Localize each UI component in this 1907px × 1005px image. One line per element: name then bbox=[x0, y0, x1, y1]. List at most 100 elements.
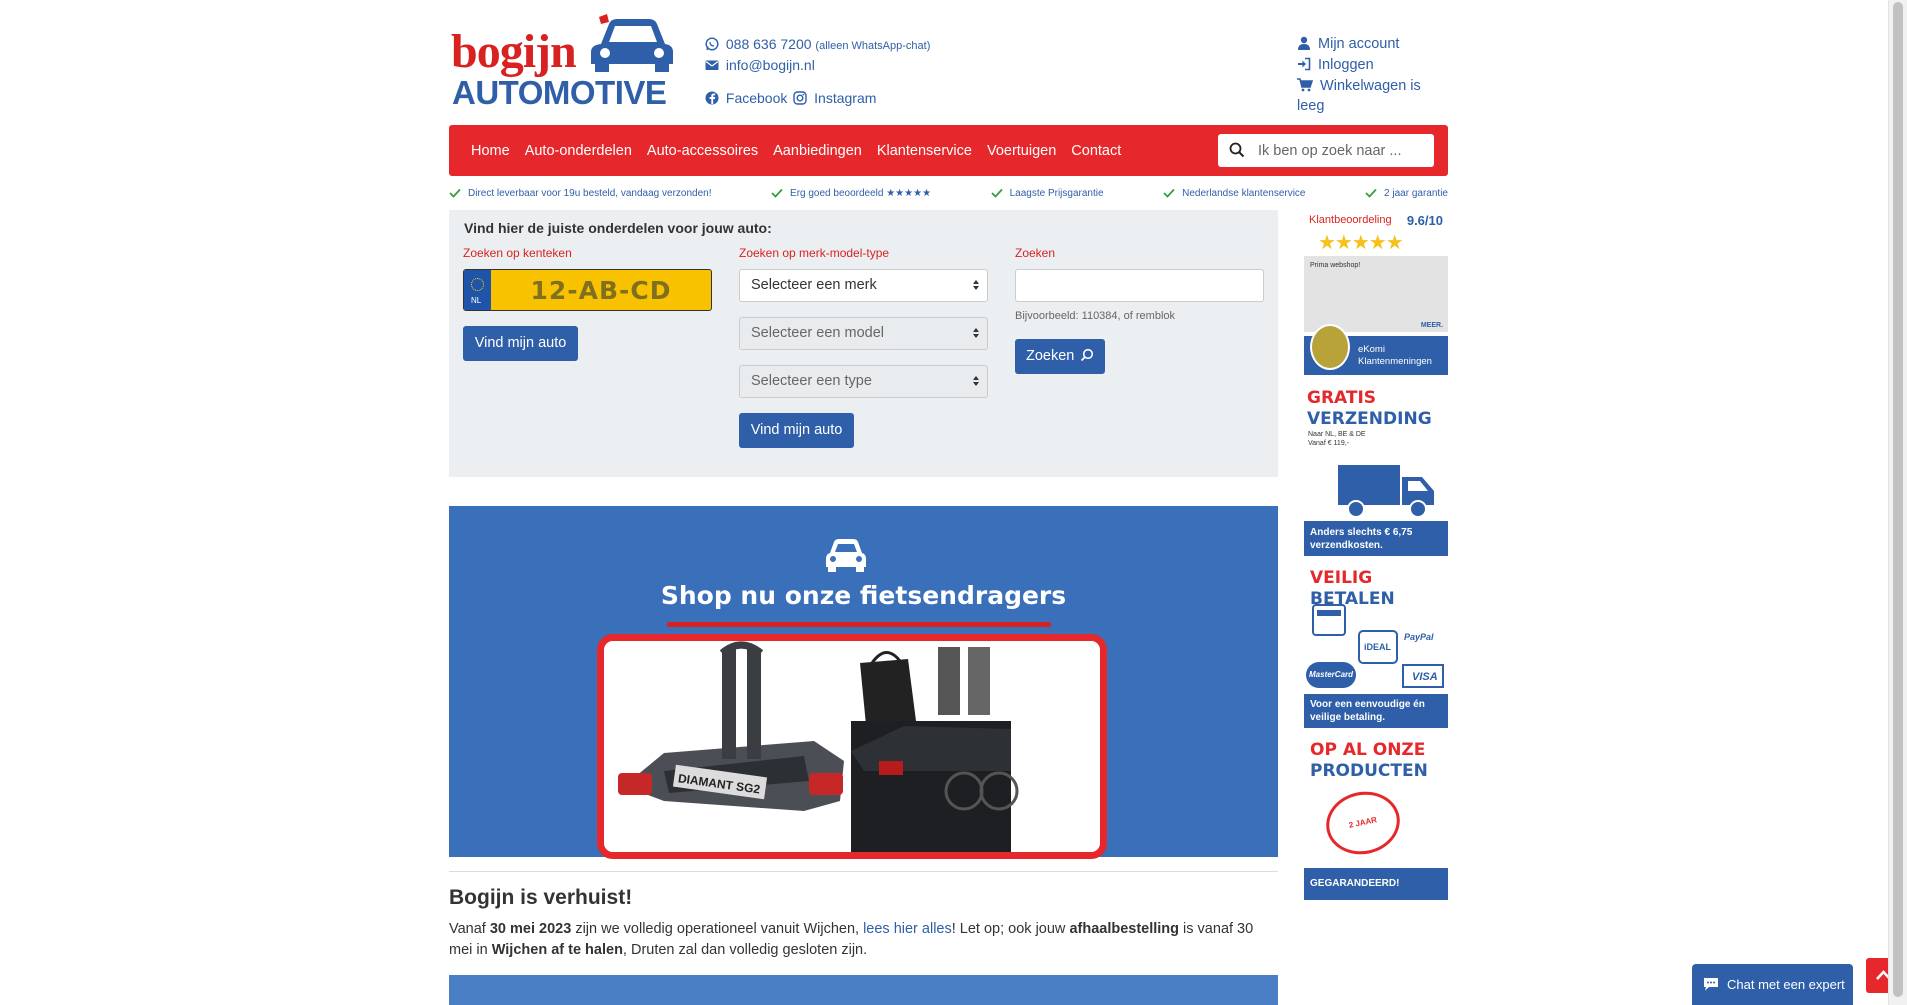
type-select[interactable]: Selecteer een type bbox=[739, 365, 988, 398]
eu-flag-icon: NL bbox=[464, 270, 491, 310]
chat-label: Chat met een expert bbox=[1727, 977, 1845, 992]
nav-item-home[interactable]: Home bbox=[471, 143, 510, 159]
facebook-icon bbox=[705, 91, 719, 105]
search-icon bbox=[1081, 348, 1094, 362]
rating-widget[interactable]: Klantbeoordeling 9.6/10 ★★★★★ Prima webs… bbox=[1304, 210, 1448, 375]
search-icon[interactable] bbox=[1229, 142, 1245, 158]
mastercard-logo-box: MasterCard bbox=[1306, 662, 1356, 688]
shipping-strip: Anders slechts € 6,75 verzendkosten. bbox=[1304, 521, 1448, 556]
select-arrow-icon bbox=[973, 327, 979, 339]
bike-carrier-photo: DIAMANT SG2 bbox=[597, 634, 1107, 859]
social-links: Facebook Instagram bbox=[705, 90, 876, 106]
find-car-by-plate-button[interactable]: Vind mijn auto bbox=[463, 326, 578, 361]
main-nav: Home Auto-onderdelen Auto-accessoires Aa… bbox=[449, 125, 1448, 176]
plate-value: 12-AB-CD bbox=[530, 276, 672, 305]
chat-button[interactable]: Chat met een expert bbox=[1692, 964, 1853, 1005]
bike-carrier-illustration: DIAMANT SG2 bbox=[604, 641, 1100, 852]
rating-score: 9.6/10 bbox=[1406, 213, 1443, 228]
cart-link[interactable]: Winkelwagen is leeg bbox=[1297, 78, 1421, 114]
find-car-by-model-button[interactable]: Vind mijn auto bbox=[739, 413, 854, 448]
model-select[interactable]: Selecteer een model bbox=[739, 317, 988, 350]
car-logo-icon bbox=[591, 14, 673, 72]
visa-logo-box: VISA bbox=[1402, 664, 1444, 688]
shipping-title-1: GRATIS bbox=[1307, 388, 1377, 408]
divider bbox=[449, 871, 1278, 872]
page: bogijn AUTOMOTIVE 088 636 7200 (alleen W… bbox=[449, 0, 1448, 1005]
whatsapp-icon bbox=[705, 37, 719, 51]
instagram-icon bbox=[793, 91, 807, 105]
ekomi-label: eKomi bbox=[1358, 344, 1385, 355]
nav-item-aanbiedingen[interactable]: Aanbiedingen bbox=[773, 143, 862, 159]
ekomi-footer: eKomi Klantenmeningen bbox=[1304, 324, 1448, 375]
visa-logo: VISA bbox=[1412, 671, 1438, 683]
finder-title: Vind hier de juiste onderdelen voor jouw… bbox=[464, 220, 772, 236]
usp-item: Laagste Prijsgarantie bbox=[990, 186, 1104, 200]
parts-finder: Vind hier de juiste onderdelen voor jouw… bbox=[449, 210, 1278, 477]
logo-text-automotive: AUTOMOTIVE bbox=[452, 74, 667, 111]
review-more-link[interactable]: MEER. bbox=[1421, 322, 1443, 329]
brand-select[interactable]: Selecteer een merk bbox=[739, 269, 988, 302]
mastercard-logo: MasterCard bbox=[1309, 670, 1354, 679]
sign-in-icon bbox=[1298, 57, 1311, 71]
user-icon bbox=[1298, 36, 1310, 50]
logo[interactable]: bogijn AUTOMOTIVE bbox=[449, 12, 675, 112]
rating-stars-icon: ★★★★★ bbox=[1318, 232, 1404, 254]
payment-title-1: VEILIG bbox=[1310, 568, 1373, 588]
email-link[interactable]: info@bogijn.nl bbox=[726, 57, 815, 73]
account-links: Mijn account Inloggen Winkelwagen is lee… bbox=[1297, 34, 1448, 114]
truck-icon bbox=[1338, 465, 1434, 518]
promo-banner[interactable]: Shop nu onze fietsendragers DIAMANT SG2 bbox=[449, 506, 1278, 859]
scrollbar-thumb[interactable] bbox=[1893, 2, 1903, 997]
header-search-input[interactable] bbox=[1258, 140, 1428, 162]
guarantee-block: OP AL ONZE PRODUCTEN 2 JAAR GARANTIE GEG… bbox=[1304, 740, 1448, 900]
vertical-scrollbar[interactable] bbox=[1888, 0, 1907, 1005]
nav-item-contact[interactable]: Contact bbox=[1071, 143, 1121, 159]
review-box: Prima webshop! MEER. bbox=[1304, 256, 1448, 332]
rating-label: Klantbeoordeling bbox=[1309, 214, 1392, 226]
mmt-label: Zoeken op merk-model-type bbox=[739, 246, 890, 260]
logo-text-bogijn: bogijn bbox=[451, 25, 577, 78]
bank-card-icon bbox=[1312, 604, 1346, 636]
phone-link[interactable]: 088 636 7200 bbox=[726, 36, 812, 52]
nav-item-voertuigen[interactable]: Voertuigen bbox=[987, 143, 1056, 159]
my-account-link[interactable]: Mijn account bbox=[1318, 36, 1399, 52]
usp-item: Erg goed beoordeeld ★★★★★ bbox=[771, 186, 931, 200]
news-title: Bogijn is verhuist! bbox=[449, 886, 633, 909]
check-icon bbox=[1365, 188, 1377, 198]
instagram-link[interactable]: Instagram bbox=[814, 90, 876, 106]
login-link[interactable]: Inloggen bbox=[1318, 57, 1374, 73]
nav-item-auto-accessoires[interactable]: Auto-accessoires bbox=[647, 143, 758, 159]
shipping-sub-1: Naar NL, BE & DE bbox=[1308, 431, 1366, 438]
part-search-input[interactable] bbox=[1015, 269, 1264, 302]
news-image bbox=[449, 975, 1278, 1005]
select-arrow-icon bbox=[973, 375, 979, 387]
review-text: Prima webshop! bbox=[1310, 262, 1361, 269]
read-more-link[interactable]: lees hier alles bbox=[863, 921, 952, 937]
search-hint: Bijvoorbeeld: 110384, of remblok bbox=[1015, 310, 1176, 322]
car-icon bbox=[826, 539, 866, 572]
nav-item-klantenservice[interactable]: Klantenservice bbox=[877, 143, 972, 159]
usp-item: Direct leverbaar voor 19u besteld, vanda… bbox=[449, 186, 711, 200]
shipping-sub-2: Vanaf € 119,- bbox=[1308, 440, 1349, 447]
usp-item: 2 jaar garantie bbox=[1365, 186, 1448, 200]
nav-item-auto-onderdelen[interactable]: Auto-onderdelen bbox=[525, 143, 632, 159]
cart-icon bbox=[1297, 78, 1313, 92]
banner-title: Shop nu onze fietsendragers bbox=[660, 581, 1067, 610]
check-icon bbox=[990, 188, 1003, 198]
ekomi-sub: Klantenmeningen bbox=[1358, 356, 1432, 367]
phone-note: (alleen WhatsApp-chat) bbox=[815, 40, 931, 52]
contact-info: 088 636 7200 (alleen WhatsApp-chat) info… bbox=[705, 34, 930, 76]
guarantee-strip: GEGARANDEERD! bbox=[1304, 868, 1448, 900]
guarantee-title-1: OP AL ONZE bbox=[1310, 740, 1426, 760]
paypal-logo: PayPal bbox=[1404, 632, 1434, 642]
check-icon bbox=[449, 188, 461, 198]
shipping-title-2: VERZENDING bbox=[1307, 409, 1432, 429]
license-plate-input[interactable]: NL 12-AB-CD bbox=[463, 269, 712, 311]
guarantee-stamp: 2 JAAR GARANTIE bbox=[1320, 784, 1406, 886]
facebook-link[interactable]: Facebook bbox=[726, 90, 787, 106]
chat-bubble-icon bbox=[1704, 978, 1718, 991]
safe-payment-block: VEILIG BETALEN PayPal iDEAL MasterCard V… bbox=[1304, 568, 1448, 728]
usp-item: Nederlandse klantenservice bbox=[1163, 186, 1306, 200]
search-button[interactable]: Zoeken bbox=[1015, 339, 1105, 374]
ideal-logo: iDEAL bbox=[1364, 642, 1391, 652]
